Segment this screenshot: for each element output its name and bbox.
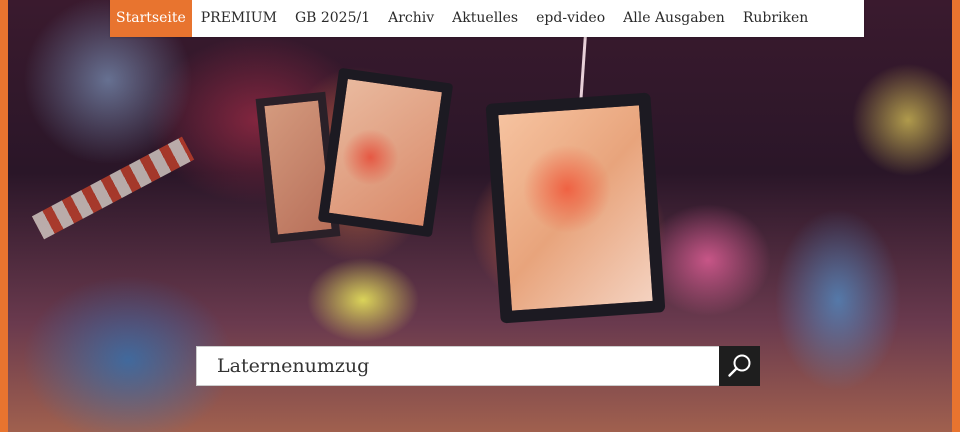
foreground-lantern — [485, 92, 666, 324]
nav-item-aktuelles[interactable]: Aktuelles — [443, 0, 527, 37]
nav-item-rubriken[interactable]: Rubriken — [734, 0, 817, 37]
nav-item-alle-ausgaben[interactable]: Alle Ausgaben — [614, 0, 734, 37]
nav-item-gb-2025[interactable]: GB 2025/1 — [286, 0, 379, 37]
search-input[interactable] — [196, 346, 719, 386]
nav-item-startseite[interactable]: Startseite — [110, 0, 192, 37]
search-icon — [727, 354, 750, 377]
search-button[interactable] — [719, 346, 760, 386]
main-navigation: Startseite PREMIUM GB 2025/1 Archiv Aktu… — [110, 0, 864, 37]
search-form — [196, 346, 760, 386]
middle-lantern — [317, 67, 454, 238]
lantern-stick — [31, 136, 195, 240]
page-frame: Startseite PREMIUM GB 2025/1 Archiv Aktu… — [0, 0, 960, 432]
nav-item-epd-video[interactable]: epd-video — [527, 0, 614, 37]
nav-item-archiv[interactable]: Archiv — [379, 0, 443, 37]
nav-item-premium[interactable]: PREMIUM — [192, 0, 286, 37]
